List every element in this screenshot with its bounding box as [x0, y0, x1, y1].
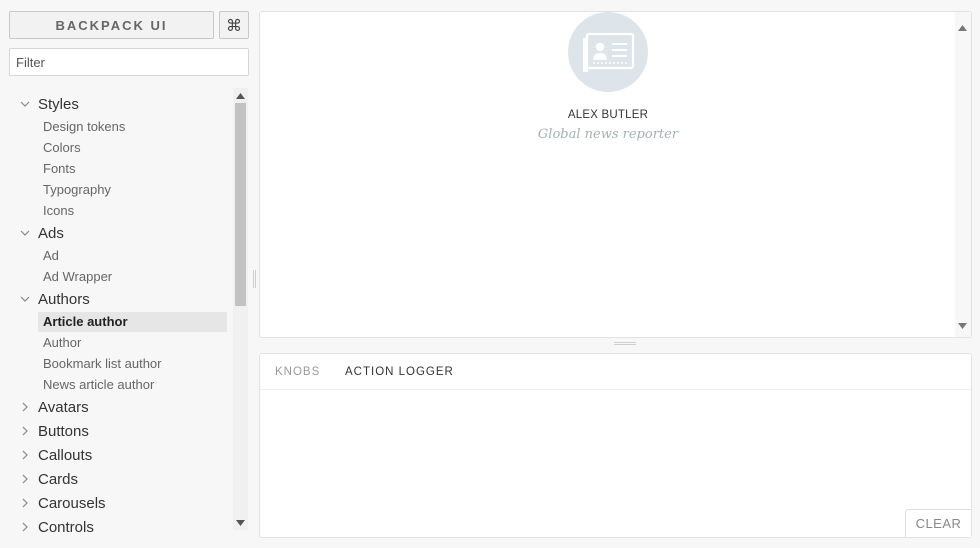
- tree-kind-label: Callouts: [38, 446, 93, 464]
- author-name: ALEX BUTLER: [567, 109, 649, 121]
- chevron-right-icon: [19, 425, 31, 437]
- author-title: Global news reporter: [537, 127, 679, 142]
- story-tree: Styles Design tokens Colors Fonts Typography…: [0, 88, 232, 533]
- chevron-right-icon: [19, 401, 31, 413]
- addons-resize-handle[interactable]: [614, 342, 636, 345]
- scroll-down-arrow-icon[interactable]: [233, 515, 248, 530]
- preview-panel: ALEX BUTLER Global news reporter: [259, 11, 972, 338]
- chevron-right-icon: [19, 449, 31, 461]
- tree-story-label: Colors: [43, 140, 81, 155]
- clear-button[interactable]: CLEAR: [905, 509, 971, 537]
- sidebar-scrollbar[interactable]: [233, 88, 248, 530]
- sidebar: BACKPACK UI ⌘ Styles Design tokens Colors F…: [0, 0, 258, 548]
- tree-story-label: Article author: [43, 314, 128, 329]
- tree-story-label: Ad Wrapper: [43, 269, 113, 284]
- tab-action-logger[interactable]: ACTION LOGGER: [345, 354, 454, 390]
- scrollbar-thumb[interactable]: [235, 103, 246, 306]
- shortcuts-button[interactable]: ⌘: [219, 11, 249, 39]
- filter-input[interactable]: [9, 48, 249, 76]
- brand-button[interactable]: BACKPACK UI: [9, 11, 214, 39]
- preview-scrollbar[interactable]: [955, 12, 971, 337]
- avatar: [568, 12, 648, 92]
- tab-knobs[interactable]: KNOBS: [275, 354, 320, 390]
- chevron-right-icon: [19, 497, 31, 509]
- tree-kind-label: Styles: [38, 95, 79, 113]
- contact-card-icon: [583, 32, 635, 72]
- tree-kind-label: Cards: [38, 470, 79, 488]
- addons-tabs: KNOBS ACTION LOGGER: [260, 354, 971, 390]
- scroll-up-arrow-icon[interactable]: [233, 88, 248, 103]
- chevron-down-icon: [19, 227, 31, 239]
- tree-kind-label: Controls: [38, 518, 94, 534]
- chevron-down-icon: [19, 293, 31, 305]
- tree-kind-label: Carousels: [38, 494, 106, 512]
- chevron-right-icon: [19, 473, 31, 485]
- scroll-down-arrow-icon[interactable]: [958, 314, 967, 333]
- tree-story-label: Icons: [43, 203, 75, 218]
- addons-panel: KNOBS ACTION LOGGER CLEAR: [259, 353, 972, 538]
- tree-kind-label: Authors: [38, 290, 90, 308]
- tree-story-label: Fonts: [43, 161, 76, 176]
- chevron-right-icon: [19, 521, 31, 533]
- tree-kind-label: Avatars: [38, 398, 89, 416]
- command-key-icon: ⌘: [226, 15, 242, 35]
- chevron-down-icon: [19, 98, 31, 110]
- tree-story-label: Design tokens: [43, 119, 126, 134]
- tree-story-label: Typography: [43, 182, 111, 197]
- scroll-up-arrow-icon[interactable]: [958, 16, 967, 35]
- tree-kind-label: Buttons: [38, 422, 89, 440]
- sidebar-resize-handle[interactable]: [253, 270, 256, 288]
- tree-kind-label: Ads: [38, 224, 64, 242]
- tree-story-label: News article author: [43, 377, 155, 392]
- tree-story-label: Bookmark list author: [43, 356, 162, 371]
- tree-story-label: Author: [43, 335, 82, 350]
- tree-story-label: Ad: [43, 248, 59, 263]
